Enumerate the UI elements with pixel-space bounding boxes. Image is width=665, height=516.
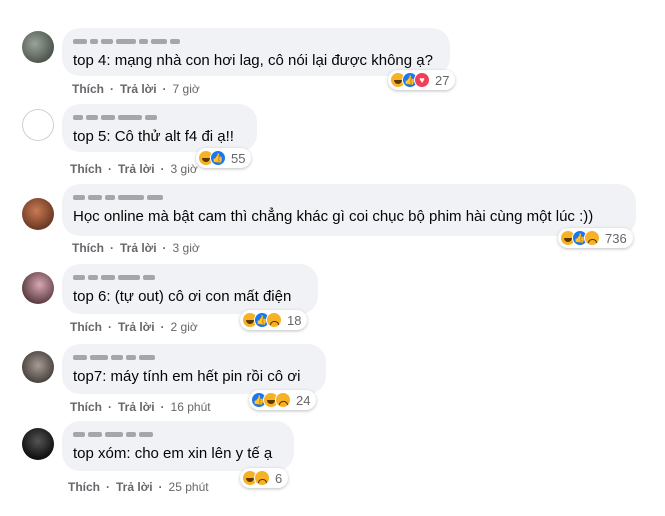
avatar[interactable] [22, 428, 54, 460]
comment-actions: Thích · Trả lời · 25 phút [68, 480, 209, 494]
reaction-count: 6 [275, 470, 283, 486]
reaction-summary[interactable]: 6 [240, 468, 289, 488]
like-button[interactable]: Thích [68, 480, 100, 494]
comment-item: top xóm: cho em xin lên y tế ạ 6 Thích · … [0, 0, 665, 500]
separator: · [106, 480, 110, 494]
separator: · [158, 480, 163, 494]
timestamp[interactable]: 25 phút [169, 480, 209, 494]
comment-text: top xóm: cho em xin lên y tế ạ [73, 445, 273, 462]
comment-bubble: top xóm: cho em xin lên y tế ạ [62, 421, 294, 471]
reply-button[interactable]: Trả lời [116, 480, 153, 494]
sad-react-icon [254, 470, 270, 486]
blurred-author-name [73, 428, 282, 440]
